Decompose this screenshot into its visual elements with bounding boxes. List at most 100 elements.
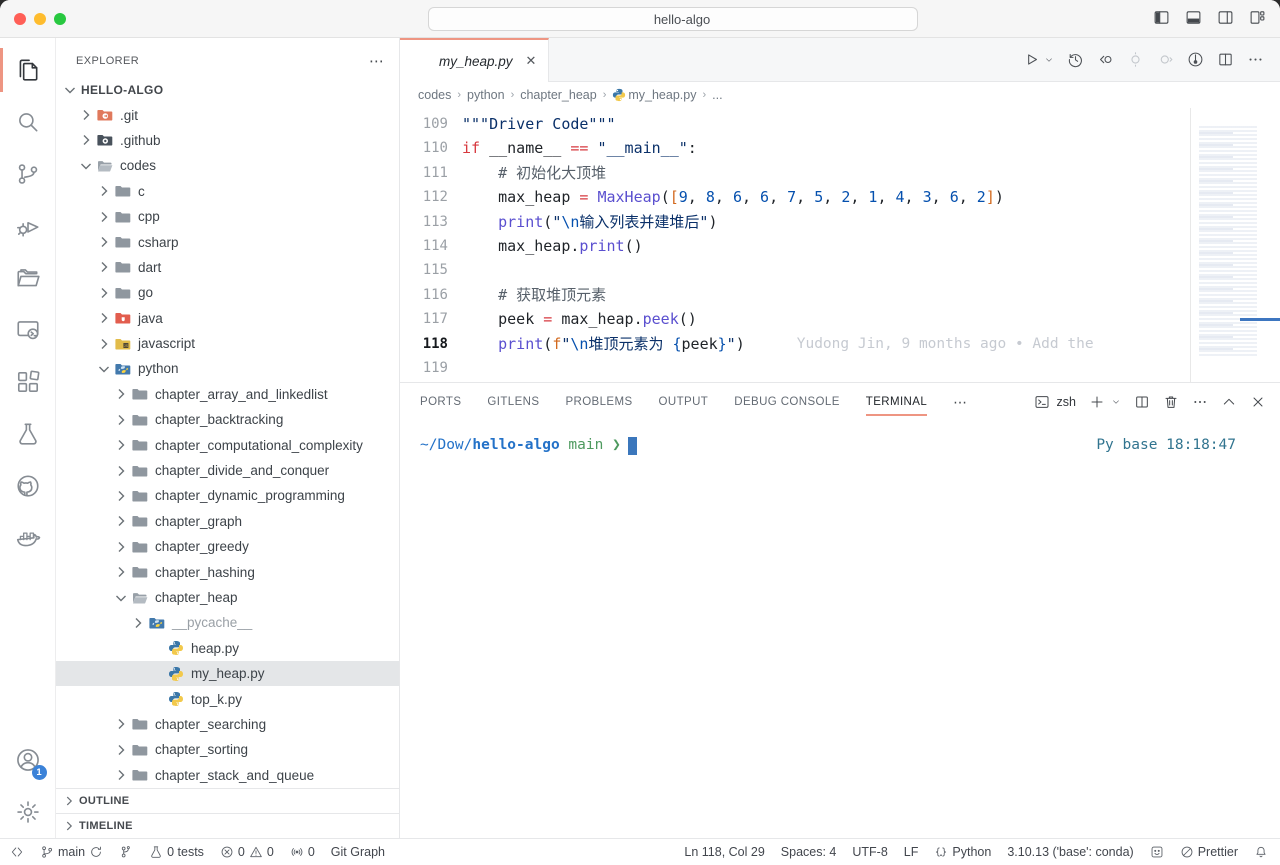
code-line-115[interactable]: 115 [400, 258, 1190, 282]
activity-testing[interactable] [5, 408, 51, 460]
split-panel-icon[interactable] [1134, 394, 1150, 410]
minimize-window-button[interactable] [34, 13, 46, 25]
tree-item-chapter_hashing[interactable]: chapter_hashing [56, 559, 399, 584]
chevron-right-icon[interactable] [96, 310, 112, 326]
chevron-right-icon[interactable] [78, 132, 94, 148]
chevron-right-icon[interactable] [113, 513, 129, 529]
chevron-right-icon[interactable] [96, 259, 112, 275]
breadcrumb-chapter_heap[interactable]: chapter_heap [520, 88, 596, 102]
status-left-error-circle-0-warning-0[interactable]: 00 [220, 845, 274, 859]
tree-item-csharp[interactable]: csharp [56, 229, 399, 254]
tree-item-top_k.py[interactable]: top_k.py [56, 686, 399, 711]
tree-item-chapter_graph[interactable]: chapter_graph [56, 509, 399, 534]
prev-change-icon[interactable] [1127, 51, 1144, 68]
code-line-112[interactable]: 112 max_heap = MaxHeap([9, 8, 6, 6, 7, 5… [400, 185, 1190, 209]
tree-item-.git[interactable]: .git [56, 102, 399, 127]
tree-item-heap.py[interactable]: heap.py [56, 636, 399, 661]
open-changes-icon[interactable] [1097, 51, 1114, 68]
chevron-down-icon[interactable] [1111, 397, 1121, 407]
chevron-right-icon[interactable] [113, 412, 129, 428]
chevron-down-icon[interactable] [62, 82, 78, 98]
panel-tab-ports[interactable]: PORTS [420, 383, 461, 421]
chevron-right-icon[interactable] [113, 463, 129, 479]
ellipsis-icon[interactable] [1192, 394, 1208, 410]
history-icon[interactable] [1067, 51, 1084, 68]
code-line-110[interactable]: 110if __name__ == "__main__": [400, 136, 1190, 160]
chevron-right-icon[interactable] [113, 767, 129, 783]
tree-item-codes[interactable]: codes [56, 153, 399, 178]
panel-tab-problems[interactable]: PROBLEMS [565, 383, 632, 421]
chevron-right-icon[interactable] [113, 564, 129, 580]
tree-item-javascript[interactable]: JSjavascript [56, 331, 399, 356]
activity-explorer[interactable] [5, 44, 51, 96]
chevron-right-icon[interactable] [96, 285, 112, 301]
status-right-ln-118-col-29[interactable]: Ln 118, Col 29 [684, 845, 764, 859]
code-line-118[interactable]: 118 print(f"\n堆顶元素为 {peek}")Yudong Jin, … [400, 332, 1190, 356]
activity-github[interactable] [5, 460, 51, 512]
command-center-search[interactable]: hello-algo [428, 7, 918, 31]
tree-item-my_heap.py[interactable]: my_heap.py [56, 661, 399, 686]
breadcrumb-codes[interactable]: codes [418, 88, 451, 102]
activity-folder-view[interactable] [5, 252, 51, 304]
chevron-right-icon[interactable] [113, 437, 129, 453]
chevron-right-icon[interactable] [113, 742, 129, 758]
close-window-button[interactable] [14, 13, 26, 25]
breadcrumb-python[interactable]: python [467, 88, 505, 102]
panel-tab-gitlens[interactable]: GITLENS [487, 383, 539, 421]
status-right-lang-mode-python[interactable]: Python [934, 845, 991, 859]
panel-tab-output[interactable]: OUTPUT [659, 383, 709, 421]
shell-label[interactable]: zsh [1057, 395, 1076, 409]
code-line-119[interactable]: 119 [400, 356, 1190, 380]
tree-item-chapter_heap[interactable]: chapter_heap [56, 585, 399, 610]
chevron-down-icon[interactable] [113, 590, 129, 606]
status-left-broadcast-0[interactable]: 0 [290, 845, 315, 859]
status-right-prettier-prettier[interactable]: Prettier [1180, 845, 1238, 859]
code-line-114[interactable]: 114 max_heap.print() [400, 234, 1190, 258]
explorer-more-actions-icon[interactable]: ⋯ [369, 52, 385, 70]
tree-item-.github[interactable]: .github [56, 128, 399, 153]
status-left-beaker-0-tests[interactable]: 0 tests [149, 845, 204, 859]
activity-docker[interactable] [5, 512, 51, 564]
close-icon[interactable] [1250, 394, 1266, 410]
chevron-right-icon[interactable] [96, 183, 112, 199]
tab-my-heap[interactable]: my_heap.py ✕ [400, 38, 549, 82]
minimap[interactable] [1190, 108, 1280, 382]
tree-item-c[interactable]: c [56, 179, 399, 204]
tree-item-chapter_greedy[interactable]: chapter_greedy [56, 534, 399, 559]
chevron-right-icon[interactable] [78, 107, 94, 123]
chevron-right-icon[interactable] [113, 386, 129, 402]
gitlens-graph-icon[interactable] [1187, 51, 1204, 68]
activity-account[interactable]: 1 [5, 734, 51, 786]
run-icon[interactable] [1023, 51, 1040, 68]
tree-item-chapter_sorting[interactable]: chapter_sorting [56, 737, 399, 762]
breadcrumb-my_heappy[interactable]: my_heap.py [612, 88, 696, 102]
back-icon[interactable] [366, 8, 384, 26]
tree-item-go[interactable]: go [56, 280, 399, 305]
chevron-down-icon[interactable] [78, 158, 94, 174]
tree-item-chapter_computational_complexity[interactable]: chapter_computational_complexity [56, 432, 399, 457]
activity-extensions[interactable] [5, 356, 51, 408]
chevron-right-icon[interactable] [96, 234, 112, 250]
tree-item-python[interactable]: python [56, 356, 399, 381]
tree-item-HELLO-ALGO[interactable]: HELLO-ALGO [56, 77, 399, 102]
chevron-right-icon[interactable] [113, 539, 129, 555]
terminal[interactable]: ~/Dow/hello-algo main ❯ Py base 18:18:47 [400, 421, 1280, 838]
chevron-up-icon[interactable] [1221, 394, 1237, 410]
maximize-window-button[interactable] [54, 13, 66, 25]
activity-search[interactable] [5, 96, 51, 148]
split-editor-icon[interactable] [1217, 51, 1234, 68]
forward-icon[interactable] [400, 8, 418, 26]
code-line-113[interactable]: 113 print("\n输入列表并建堆后") [400, 210, 1190, 234]
status-right-utf-8[interactable]: UTF-8 [852, 845, 887, 859]
activity-remote-explorer[interactable] [5, 304, 51, 356]
code-editor[interactable]: 109"""Driver Code"""110if __name__ == "_… [400, 108, 1280, 382]
toggle-panel-icon[interactable] [1185, 9, 1202, 26]
chevron-right-icon[interactable] [96, 209, 112, 225]
chevron-right-icon[interactable] [130, 615, 146, 631]
tree-item-__pycache__[interactable]: __pycache__ [56, 610, 399, 635]
tree-item-chapter_searching[interactable]: chapter_searching [56, 712, 399, 737]
status-left-remote[interactable] [10, 845, 24, 859]
toggle-secondary-sidebar-icon[interactable] [1217, 9, 1234, 26]
customize-layout-icon[interactable] [1249, 9, 1266, 26]
ellipsis-icon[interactable] [1247, 51, 1264, 68]
